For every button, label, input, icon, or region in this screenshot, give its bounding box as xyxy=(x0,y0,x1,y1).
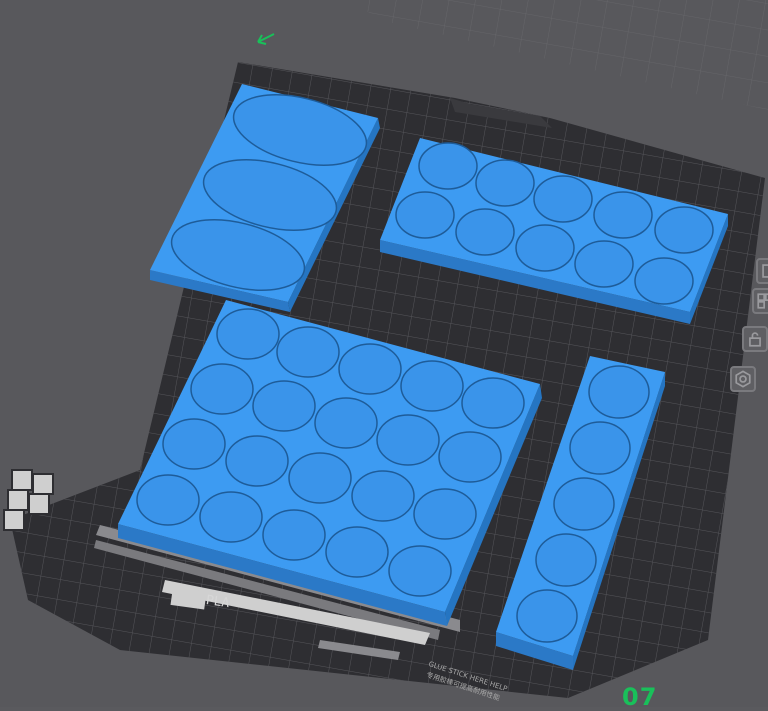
arrange-icon xyxy=(757,293,768,309)
settings-gear-icon xyxy=(735,370,751,388)
filament-type-label: PLA xyxy=(204,593,231,612)
3d-viewport[interactable] xyxy=(0,0,768,707)
arrange-button[interactable] xyxy=(752,288,768,314)
orient-icon xyxy=(762,264,768,278)
lock-button[interactable] xyxy=(742,326,768,352)
settings-button[interactable] xyxy=(730,366,756,392)
orient-button[interactable] xyxy=(756,258,768,284)
lock-icon xyxy=(749,332,761,347)
